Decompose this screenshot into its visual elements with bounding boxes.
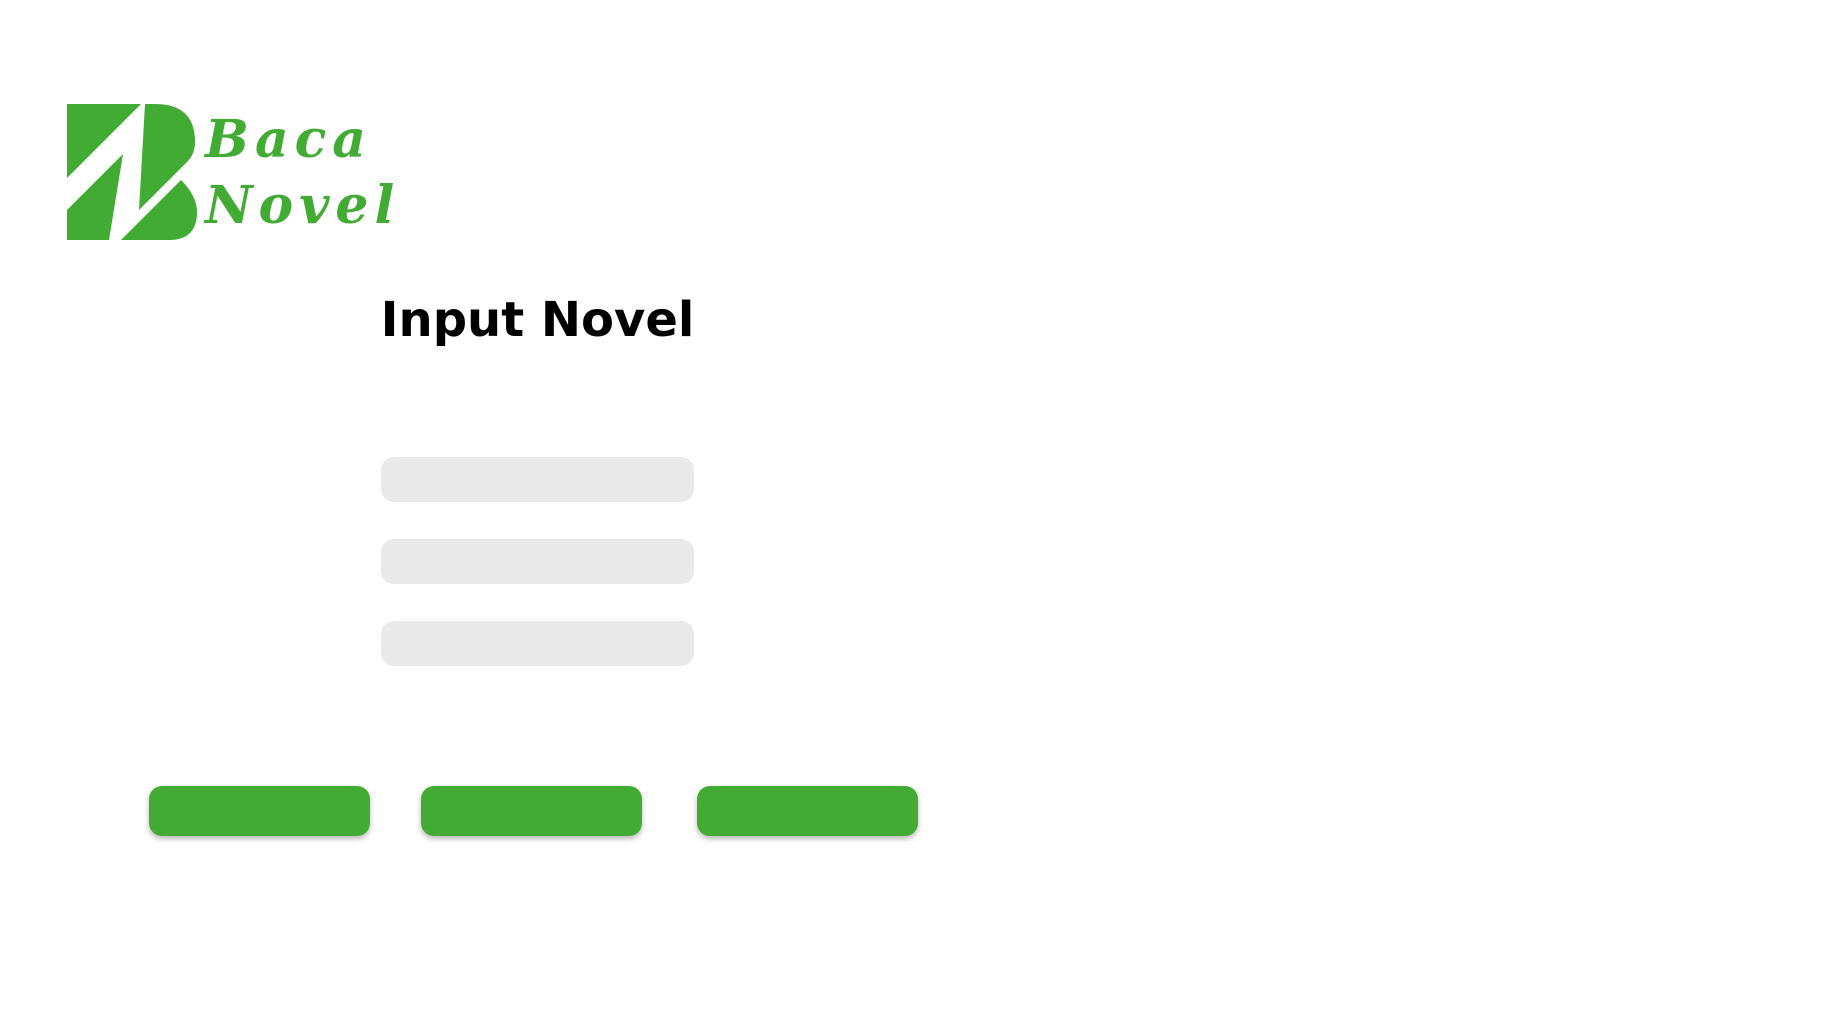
brand-logo[interactable]: Baca Novel xyxy=(67,104,397,244)
novel-input-field-3[interactable] xyxy=(381,621,694,666)
logo-text-novel: Novel xyxy=(205,175,401,236)
novel-input-field-2[interactable] xyxy=(381,539,694,584)
page-title: Input Novel xyxy=(380,292,695,348)
action-button-2[interactable] xyxy=(421,786,642,836)
stylized-b-logo-icon xyxy=(67,104,197,240)
action-button-1[interactable] xyxy=(149,786,370,836)
logo-text-baca: Baca xyxy=(205,109,372,170)
action-button-3[interactable] xyxy=(697,786,918,836)
novel-input-field-1[interactable] xyxy=(381,457,694,502)
